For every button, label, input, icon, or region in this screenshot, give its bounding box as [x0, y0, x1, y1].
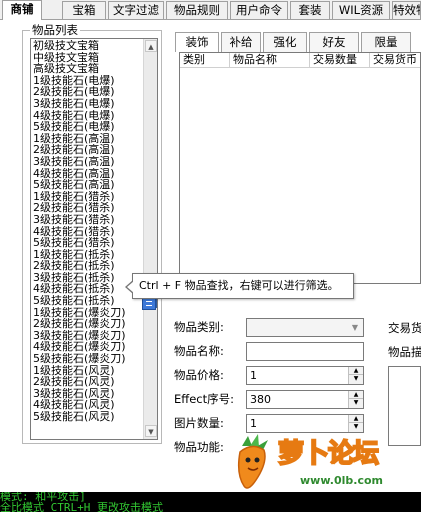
list-item[interactable]: 1级技能石(猎杀): [32, 191, 142, 203]
list-item[interactable]: 4级技能石(电爆): [32, 110, 142, 122]
search-hint-tooltip: Ctrl + F 物品查找，右键可以进行筛选。: [132, 273, 354, 299]
item-list-title: 物品列表: [30, 23, 80, 37]
price-value: 1: [250, 369, 257, 382]
item-list-items: 初级技文宝箱 中级技文宝箱 高级技文宝箱 1级技能石(电爆) 2级技能石(电爆) 3级技能…: [32, 40, 142, 423]
effect-index-label: Effect序号:: [174, 392, 234, 406]
console-line-2: 全比模式 CTRL+H 更改攻击模式: [0, 501, 163, 512]
effect-index-spinbox[interactable]: 380 ▲ ▼: [246, 390, 364, 409]
list-item[interactable]: 1级技能石(抵杀): [32, 249, 142, 261]
category-label: 物品类别:: [174, 320, 224, 334]
tab-decoration[interactable]: 装饰: [175, 32, 219, 52]
column-header-trade-currency[interactable]: 交易货币: [370, 53, 420, 68]
trade-currency-label: 交易货币: [388, 321, 421, 335]
list-item[interactable]: 3级技能石(电爆): [32, 98, 142, 110]
category-combobox[interactable]: ▼: [246, 318, 364, 337]
list-item[interactable]: 2级技能石(风灵): [32, 376, 142, 388]
list-item[interactable]: 4级技能石(爆炎刀): [32, 341, 142, 353]
tab-enhance[interactable]: 强化: [263, 32, 307, 52]
scroll-down-arrow-icon[interactable]: ▼: [145, 425, 157, 437]
carrot-icon: [237, 434, 268, 489]
price-label: 物品价格:: [174, 368, 224, 382]
list-item[interactable]: 3级技能石(风灵): [32, 388, 142, 400]
list-item[interactable]: 2级技能石(抵杀): [32, 260, 142, 272]
image-count-spinbox[interactable]: 1 ▲ ▼: [246, 414, 364, 433]
tab-text-filter[interactable]: 文字过滤: [108, 1, 164, 19]
list-item[interactable]: 5级技能石(猎杀): [32, 237, 142, 249]
tab-limited[interactable]: 限量: [361, 32, 411, 52]
list-item[interactable]: 1级技能石(高温): [32, 133, 142, 145]
logo-url: www.0lb.com: [300, 474, 383, 487]
spin-down-icon[interactable]: ▼: [349, 423, 363, 431]
list-item[interactable]: 2级技能石(猎杀): [32, 202, 142, 214]
category-tab-strip: 装饰 补给 强化 好友 限量: [175, 32, 421, 52]
item-list-scrollbar[interactable]: ▲ ▼: [143, 39, 157, 439]
tab-friends[interactable]: 好友: [309, 32, 359, 52]
column-header-category[interactable]: 类别: [180, 53, 230, 68]
item-name-input[interactable]: [246, 342, 364, 361]
column-header-trade-quantity[interactable]: 交易数量: [310, 53, 370, 68]
item-description-label: 物品描述: [388, 345, 421, 359]
list-item[interactable]: 5级技能石(爆炎刀): [32, 353, 142, 365]
list-item[interactable]: 5级技能石(风灵): [32, 411, 142, 423]
list-item[interactable]: 5级技能石(抵杀): [32, 295, 142, 307]
list-item[interactable]: 中级技文宝箱: [32, 52, 142, 64]
effect-index-value: 380: [250, 393, 271, 406]
spin-down-icon[interactable]: ▼: [349, 375, 363, 383]
list-item[interactable]: 3级技能石(猎杀): [32, 214, 142, 226]
item-listbox[interactable]: 初级技文宝箱 中级技文宝箱 高级技文宝箱 1级技能石(电爆) 2级技能石(电爆) 3级技能…: [30, 38, 158, 440]
shop-items-listview[interactable]: 类别 物品名称 交易数量 交易货币: [179, 52, 421, 284]
price-spinbox[interactable]: 1 ▲ ▼: [246, 366, 364, 385]
tab-item-rules[interactable]: 物品规则: [166, 1, 228, 19]
item-function-label: 物品功能:: [174, 440, 224, 454]
dropdown-arrow-icon[interactable]: ▼: [347, 319, 363, 336]
image-count-label: 图片数量:: [174, 416, 224, 430]
item-name-label: 物品名称:: [174, 344, 224, 358]
image-count-value: 1: [250, 417, 257, 430]
price-spinner[interactable]: ▲ ▼: [348, 367, 363, 384]
column-header-item-name[interactable]: 物品名称: [230, 53, 310, 68]
spin-up-icon[interactable]: ▲: [349, 415, 363, 423]
tab-effect-items[interactable]: 特效物品: [392, 1, 421, 19]
list-item[interactable]: 初级技文宝箱: [32, 40, 142, 52]
list-item[interactable]: 5级技能石(电爆): [32, 121, 142, 133]
tab-wil-resources[interactable]: WIL资源: [332, 1, 390, 19]
list-item[interactable]: 3级技能石(高温): [32, 156, 142, 168]
list-item[interactable]: 高级技文宝箱: [32, 63, 142, 75]
tab-treasure-box[interactable]: 宝箱: [62, 1, 106, 19]
list-item[interactable]: 4级技能石(猎杀): [32, 226, 142, 238]
main-tab-strip: 商铺 宝箱 文字过滤 物品规则 用户命令 套装 WIL资源 特效物品: [0, 0, 421, 20]
list-item[interactable]: 1级技能石(爆炎刀): [32, 307, 142, 319]
spin-down-icon[interactable]: ▼: [349, 399, 363, 407]
list-item[interactable]: 1级技能石(风灵): [32, 365, 142, 377]
scroll-up-arrow-icon[interactable]: ▲: [145, 40, 157, 52]
list-item[interactable]: 5级技能石(高温): [32, 179, 142, 191]
list-item[interactable]: 2级技能石(高温): [32, 144, 142, 156]
list-item[interactable]: 4级技能石(高温): [32, 168, 142, 180]
tab-suits[interactable]: 套装: [290, 1, 330, 19]
list-item[interactable]: 2级技能石(爆炎刀): [32, 318, 142, 330]
image-count-spinner[interactable]: ▲ ▼: [348, 415, 363, 432]
spin-up-icon[interactable]: ▲: [349, 391, 363, 399]
tab-shop[interactable]: 商铺: [2, 0, 42, 20]
list-item[interactable]: 3级技能石(爆炎刀): [32, 330, 142, 342]
forum-logo: 萝卜论坛 www.0lb.com: [228, 434, 408, 494]
console-output: 模式: 和平攻击] 全比模式 CTRL+H 更改攻击模式: [0, 492, 421, 512]
tab-supply[interactable]: 补给: [221, 32, 261, 52]
tab-user-commands[interactable]: 用户命令: [230, 1, 288, 19]
spin-up-icon[interactable]: ▲: [349, 367, 363, 375]
list-item[interactable]: 2级技能石(电爆): [32, 86, 142, 98]
effect-spinner[interactable]: ▲ ▼: [348, 391, 363, 408]
tooltip-pointer-fill: [127, 281, 134, 293]
list-item[interactable]: 4级技能石(风灵): [32, 399, 142, 411]
logo-text: 萝卜论坛: [277, 438, 380, 470]
list-item[interactable]: 1级技能石(电爆): [32, 75, 142, 87]
